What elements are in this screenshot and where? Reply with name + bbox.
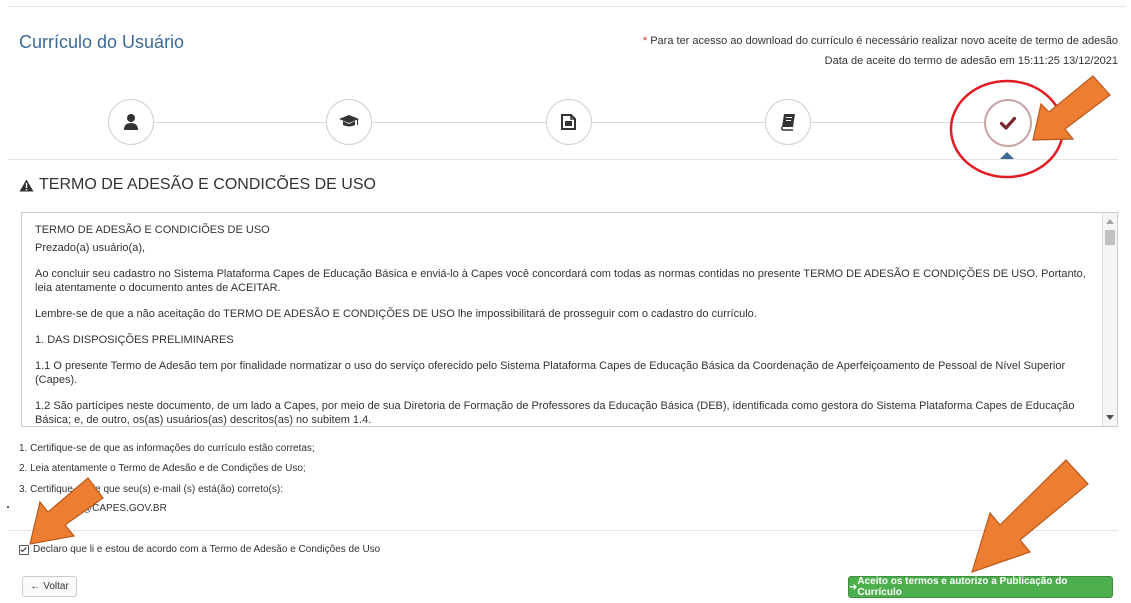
term-scrollbar[interactable]	[1102, 213, 1117, 426]
term-paragraph: Lembre-se de que a não aceitação do TERM…	[35, 308, 757, 320]
step-documents[interactable]	[546, 99, 592, 145]
warning-icon	[19, 179, 34, 191]
declare-checkbox[interactable]	[19, 544, 29, 555]
notice-asterisk: *	[642, 35, 648, 47]
arrow-left-icon: ←	[30, 581, 41, 592]
back-button[interactable]: ← Voltar	[22, 576, 77, 597]
back-button-label: Voltar	[43, 581, 69, 592]
instruction-item-3: 3. Certifique-se de que seu(s) e-mail (s…	[19, 484, 283, 495]
active-step-pointer	[1000, 152, 1014, 159]
step-education[interactable]	[326, 99, 372, 145]
book-icon	[781, 114, 795, 131]
download-notice: * Para ter acesso ao download do currícu…	[643, 35, 1118, 47]
accept-button-label: Aceito os termos e autorizo a Publicação…	[857, 576, 1068, 598]
scroll-up-arrow-icon[interactable]	[1106, 219, 1114, 224]
top-border	[8, 6, 1126, 7]
declare-label[interactable]: Declaro que li e estou de acordo com a T…	[33, 544, 380, 555]
step-terms[interactable]	[984, 99, 1032, 147]
term-text-box[interactable]: TERMO DE ADESÃO E CONDICIÕES DE USO Prez…	[21, 212, 1118, 427]
document-icon	[561, 114, 576, 130]
divider	[8, 530, 1118, 531]
instruction-item-1: 1. Certifique-se de que as informações d…	[19, 443, 315, 454]
page-title: Currículo do Usuário	[19, 32, 185, 52]
checkmark-icon	[1000, 116, 1016, 130]
scroll-thumb[interactable]	[1105, 230, 1115, 245]
divider	[8, 159, 1118, 160]
step-publications[interactable]	[765, 99, 811, 145]
user-icon	[124, 114, 138, 130]
arrow-right-icon: ➜	[849, 581, 858, 593]
term-paragraph: 1.2 São partícipes neste documento, de u…	[35, 400, 1075, 426]
orange-arrow-bottom	[971, 459, 1089, 573]
graduation-cap-icon	[339, 115, 359, 127]
term-paragraph: Prezado(a) usuário(a),	[35, 242, 146, 254]
term-paragraph: 1. DAS DISPOSIÇÕES PRELIMINARES	[35, 334, 234, 346]
notice-text: Para ter acesso ao download do currículo…	[650, 35, 1118, 47]
section-title-text: TERMO DE ADESÃO E CONDICÕES DE USO	[39, 176, 376, 193]
orange-arrow-top	[1032, 75, 1111, 141]
scroll-down-arrow-icon[interactable]	[1106, 415, 1114, 420]
section-title: TERMO DE ADESÃO E CONDICÕES DE USO	[19, 176, 376, 194]
step-user[interactable]	[108, 99, 154, 145]
accept-date: Data de aceite do termo de adesão em 15:…	[824, 55, 1118, 67]
term-paragraph: Ao concluir seu cadastro no Sistema Plat…	[35, 268, 1086, 294]
term-content: TERMO DE ADESÃO E CONDICIÕES DE USO Prez…	[35, 223, 1095, 426]
bullet-dot	[7, 506, 9, 508]
accept-terms-button[interactable]: ➜ Aceito os termos e autorizo a Publicaç…	[848, 576, 1113, 598]
email-value: @CAPES.GOV.BR	[82, 503, 167, 514]
instruction-item-2: 2. Leia atentamente o Termo de Adesão e …	[19, 463, 306, 474]
declare-row: Declaro que li e estou de acordo com a T…	[19, 544, 380, 555]
term-paragraph: 1.1 O presente Termo de Adesão tem por f…	[35, 360, 1066, 386]
term-paragraph: TERMO DE ADESÃO E CONDICIÕES DE USO	[35, 224, 270, 236]
